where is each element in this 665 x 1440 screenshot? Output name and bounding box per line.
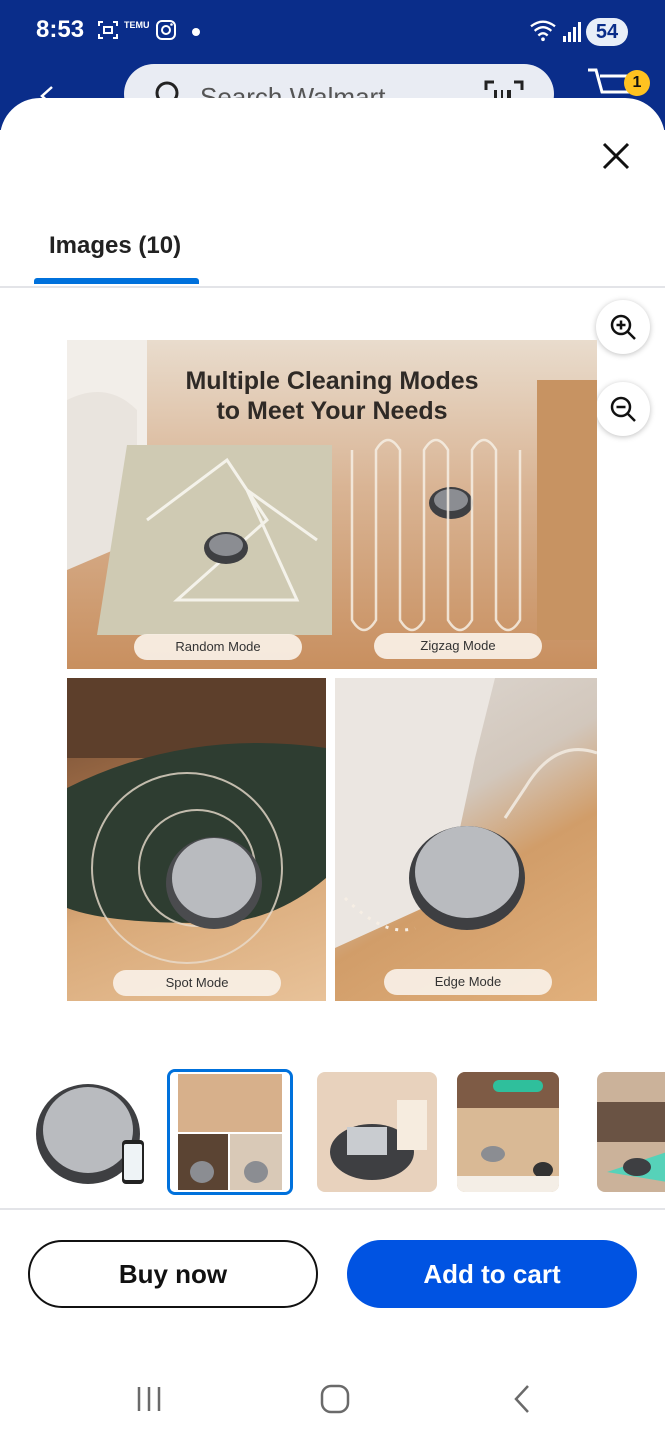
status-time: 8:53 bbox=[36, 16, 85, 43]
thumbnail-robot-vacuum[interactable] bbox=[30, 1072, 150, 1192]
signal-icon bbox=[563, 22, 581, 42]
zoom-in-icon bbox=[610, 314, 636, 340]
tab-images-label: Images (10) bbox=[49, 232, 182, 259]
robot-vacuum-thumbnail-art bbox=[30, 1072, 150, 1192]
edge-mode-illustration bbox=[335, 678, 597, 948]
tab-images[interactable]: Images (10) bbox=[34, 228, 199, 284]
thumbnail-obstacle-avoidance[interactable] bbox=[597, 1072, 665, 1192]
main-product-image[interactable]: Multiple Cleaning Modes to Meet Your Nee… bbox=[67, 340, 597, 1002]
cart-count-badge: 1 bbox=[624, 70, 650, 96]
large-dustbin-thumbnail-art bbox=[317, 1072, 437, 1192]
obstacle-avoidance-thumbnail-art bbox=[597, 1072, 665, 1192]
smart-voice-control-thumbnail-art bbox=[457, 1072, 559, 1192]
image-headline: Multiple Cleaning Modes to Meet Your Nee… bbox=[67, 366, 597, 426]
home-icon[interactable] bbox=[318, 1382, 352, 1416]
label-random-mode: Random Mode bbox=[134, 634, 302, 660]
recent-apps-icon[interactable] bbox=[134, 1384, 164, 1414]
tab-active-indicator bbox=[34, 278, 199, 284]
status-bar: 8:53 TEMU 54 bbox=[0, 0, 665, 62]
image-viewer-sheet: Images (10) Multiple Cleaning Modes to M… bbox=[0, 98, 665, 1440]
headline-line-1: Multiple Cleaning Modes bbox=[185, 367, 479, 395]
wifi-icon bbox=[530, 20, 556, 42]
notification-dot bbox=[192, 28, 200, 36]
thumbnail-large-dustbin[interactable] bbox=[317, 1072, 437, 1192]
image-panel-spot: Spot Mode bbox=[67, 678, 326, 1001]
cleaning-modes-thumbnail-art bbox=[170, 1072, 290, 1192]
image-panel-edge: Edge Mode bbox=[335, 678, 597, 1001]
temu-notification-icon: TEMU bbox=[124, 20, 150, 30]
thumbnail-smart-voice-control[interactable] bbox=[457, 1072, 559, 1192]
close-icon[interactable] bbox=[596, 136, 636, 176]
thumbnail-strip[interactable] bbox=[0, 1068, 665, 1200]
label-edge-mode: Edge Mode bbox=[384, 969, 552, 995]
battery-indicator: 54 bbox=[586, 18, 628, 46]
screenshot-icon bbox=[98, 21, 118, 39]
zoom-out-button[interactable] bbox=[596, 382, 650, 436]
label-spot-mode: Spot Mode bbox=[113, 970, 281, 996]
instagram-icon bbox=[156, 20, 176, 40]
spot-mode-illustration bbox=[67, 678, 326, 964]
temu-label: TEMU bbox=[124, 20, 150, 30]
headline-line-2: to Meet Your Needs bbox=[216, 397, 448, 425]
add-to-cart-button[interactable]: Add to cart bbox=[347, 1240, 637, 1308]
image-panel-random-zigzag: Multiple Cleaning Modes to Meet Your Nee… bbox=[67, 340, 597, 669]
zoom-in-button[interactable] bbox=[596, 300, 650, 354]
thumbnail-divider bbox=[0, 1208, 665, 1210]
label-zigzag-mode: Zigzag Mode bbox=[374, 633, 542, 659]
tab-divider bbox=[0, 286, 665, 288]
back-icon[interactable] bbox=[508, 1382, 536, 1416]
system-navigation-bar bbox=[0, 1368, 665, 1440]
buy-now-button[interactable]: Buy now bbox=[28, 1240, 318, 1308]
thumbnail-cleaning-modes[interactable] bbox=[167, 1069, 293, 1195]
zoom-out-icon bbox=[610, 396, 636, 422]
